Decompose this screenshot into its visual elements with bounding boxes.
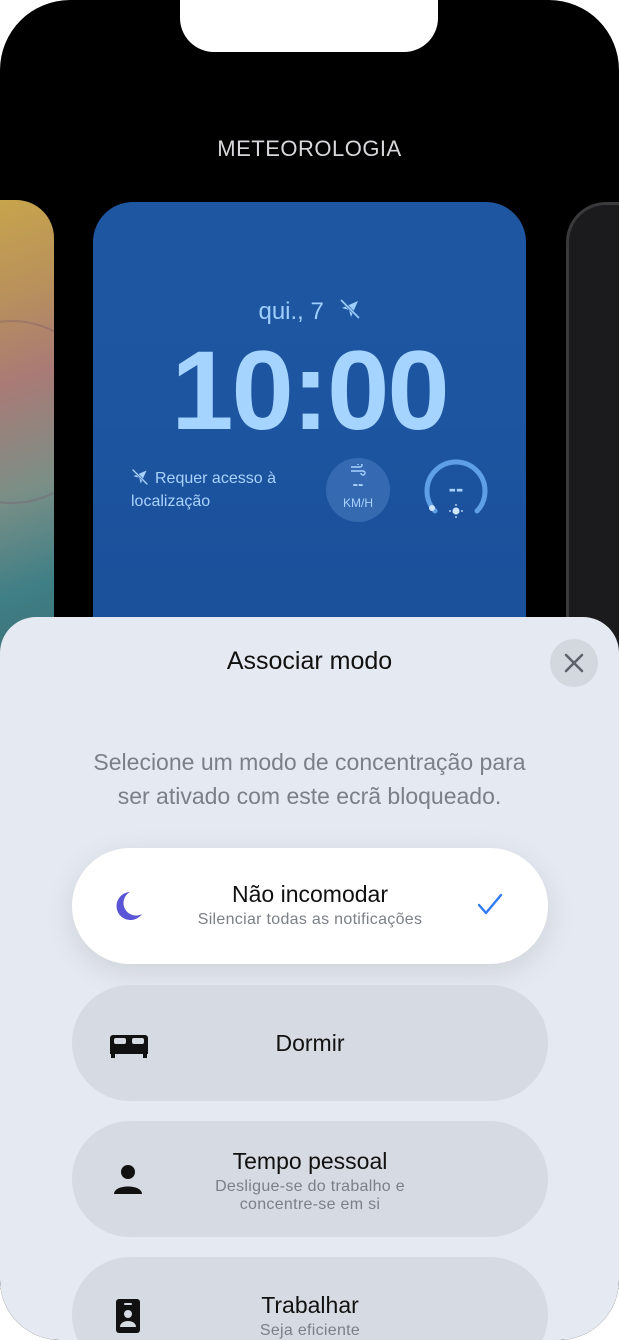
sun-icon <box>449 504 463 518</box>
clock-time: 10:00 <box>171 328 449 453</box>
person-icon <box>108 1161 148 1197</box>
focus-option-personal[interactable]: Tempo pessoal Desligue-se do trabalho e … <box>72 1121 548 1237</box>
notch <box>180 0 438 52</box>
location-warning-line1: Requer acesso à <box>155 470 276 487</box>
location-slash-icon <box>339 298 361 327</box>
bed-icon <box>108 1025 148 1061</box>
uv-gauge-widget: -- <box>421 456 491 526</box>
lockscreen-card-current[interactable]: qui., 7 10:00 Requer acesso à localizaçã… <box>93 202 526 672</box>
location-slash-icon <box>131 468 149 492</box>
option-subtitle: Silenciar todas as notificações <box>197 911 423 928</box>
date-line: qui., 7 <box>93 298 526 327</box>
wind-value: -- <box>352 476 364 493</box>
lockscreen-card-next[interactable] <box>566 202 619 675</box>
sheet-title: Associar modo <box>226 647 393 675</box>
id-badge-icon <box>108 1297 148 1333</box>
option-subtitle: Desligue-se do trabalho e concentre-se e… <box>215 1178 405 1213</box>
option-subtitle: Seja eficiente <box>259 1322 361 1339</box>
checkmark-icon <box>476 892 504 923</box>
sheet-description: Selecione um modo de concentração para s… <box>93 749 526 809</box>
location-warning-line2: localização <box>131 493 211 510</box>
location-widget: Requer acesso à localização <box>131 468 276 512</box>
option-title: Trabalhar <box>261 1292 359 1318</box>
close-button[interactable] <box>550 639 598 687</box>
wind-widget: -- KM/H <box>326 458 390 522</box>
option-title: Tempo pessoal <box>232 1148 388 1174</box>
phone-frame: METEOROLOGIA qui., 7 10:00 Requer acesso… <box>0 0 619 1340</box>
wind-unit: KM/H <box>343 496 373 510</box>
moon-icon <box>108 888 148 924</box>
focus-option-sleep[interactable]: Dormir <box>72 985 548 1101</box>
lockscreen-card-previous[interactable] <box>0 200 54 670</box>
focus-option-work[interactable]: Trabalhar Seja eficiente <box>72 1257 548 1340</box>
option-title: Não incomodar <box>232 881 388 907</box>
uv-value: -- <box>448 476 464 501</box>
option-title: Dormir <box>275 1030 345 1056</box>
focus-option-do-not-disturb[interactable]: Não incomodar Silenciar todas as notific… <box>72 848 548 964</box>
close-icon <box>564 653 584 673</box>
lockscreen-style-title: METEOROLOGIA <box>217 136 402 161</box>
date-text: qui., 7 <box>258 298 324 325</box>
focus-mode-sheet: Associar modo Selecione um modo de conce… <box>0 617 619 1340</box>
